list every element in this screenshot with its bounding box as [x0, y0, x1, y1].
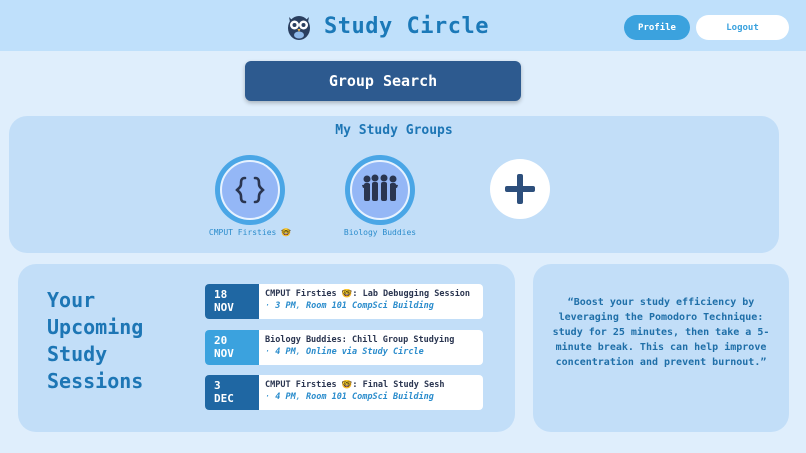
top-header: Study Circle Profile Logout [0, 0, 806, 51]
session-time: 3 PM [275, 301, 296, 311]
study-tip-text: “Boost your study efficiency by leveragi… [552, 297, 770, 368]
session-card[interactable]: 20 NOV Biology Buddies: Chill Group Stud… [205, 330, 483, 365]
session-month: NOV [214, 301, 234, 314]
code-braces-icon [235, 176, 265, 204]
session-date: 18 NOV [205, 284, 259, 319]
group-search-button[interactable]: Group Search [245, 61, 521, 101]
session-title: CMPUT Firsties 🤓: Final Study Sesh [265, 380, 445, 390]
session-time: 4 PM [275, 347, 296, 357]
session-date: 20 NOV [205, 330, 259, 365]
profile-button[interactable]: Profile [624, 15, 690, 40]
session-month: NOV [214, 347, 234, 360]
session-title: Biology Buddies: Chill Group Studying [265, 335, 455, 345]
add-group-button[interactable] [490, 159, 550, 219]
session-day: 18 [214, 288, 228, 301]
group-label-biology-buddies: Biology Buddies [343, 228, 417, 237]
plus-icon [505, 174, 535, 204]
session-day: 20 [214, 334, 228, 347]
study-tip-panel: “Boost your study efficiency by leveragi… [533, 264, 789, 432]
session-title: CMPUT Firsties 🤓: Lab Debugging Session [265, 289, 471, 299]
session-detail: · 4 PM, Room 101 CompSci Building [265, 392, 434, 402]
my-study-groups-title: My Study Groups [335, 123, 453, 138]
session-month: DEC [214, 392, 234, 405]
owl-icon [288, 16, 310, 40]
logout-button[interactable]: Logout [696, 15, 789, 40]
session-location: Room 101 CompSci Building [305, 392, 434, 402]
group-cmput-firsties[interactable] [215, 155, 285, 225]
session-detail: · 4 PM, Online via Study Circle [265, 347, 424, 357]
session-card[interactable]: 3 DEC CMPUT Firsties 🤓: Final Study Sesh… [205, 375, 483, 410]
session-time: 4 PM [275, 392, 296, 402]
upcoming-sessions-heading: Your Upcoming Study Sessions [47, 288, 144, 393]
session-detail: · 3 PM, Room 101 CompSci Building [265, 301, 434, 311]
people-group-icon [362, 174, 398, 201]
group-biology-buddies[interactable] [345, 155, 415, 225]
group-label-cmput-firsties: CMPUT Firsties 🤓 [208, 228, 292, 237]
my-study-groups-panel: My Study Groups CMPUT Firsties 🤓 Biology… [9, 116, 779, 253]
session-date: 3 DEC [205, 375, 259, 410]
session-location: Room 101 CompSci Building [305, 301, 434, 311]
upcoming-sessions-panel: Your Upcoming Study Sessions 18 NOV CMPU… [18, 264, 515, 432]
session-location: Online via Study Circle [305, 347, 424, 357]
app-title: Study Circle [324, 13, 489, 39]
brand[interactable]: Study Circle [284, 9, 489, 43]
session-card[interactable]: 18 NOV CMPUT Firsties 🤓: Lab Debugging S… [205, 284, 483, 319]
session-day: 3 [214, 379, 221, 392]
